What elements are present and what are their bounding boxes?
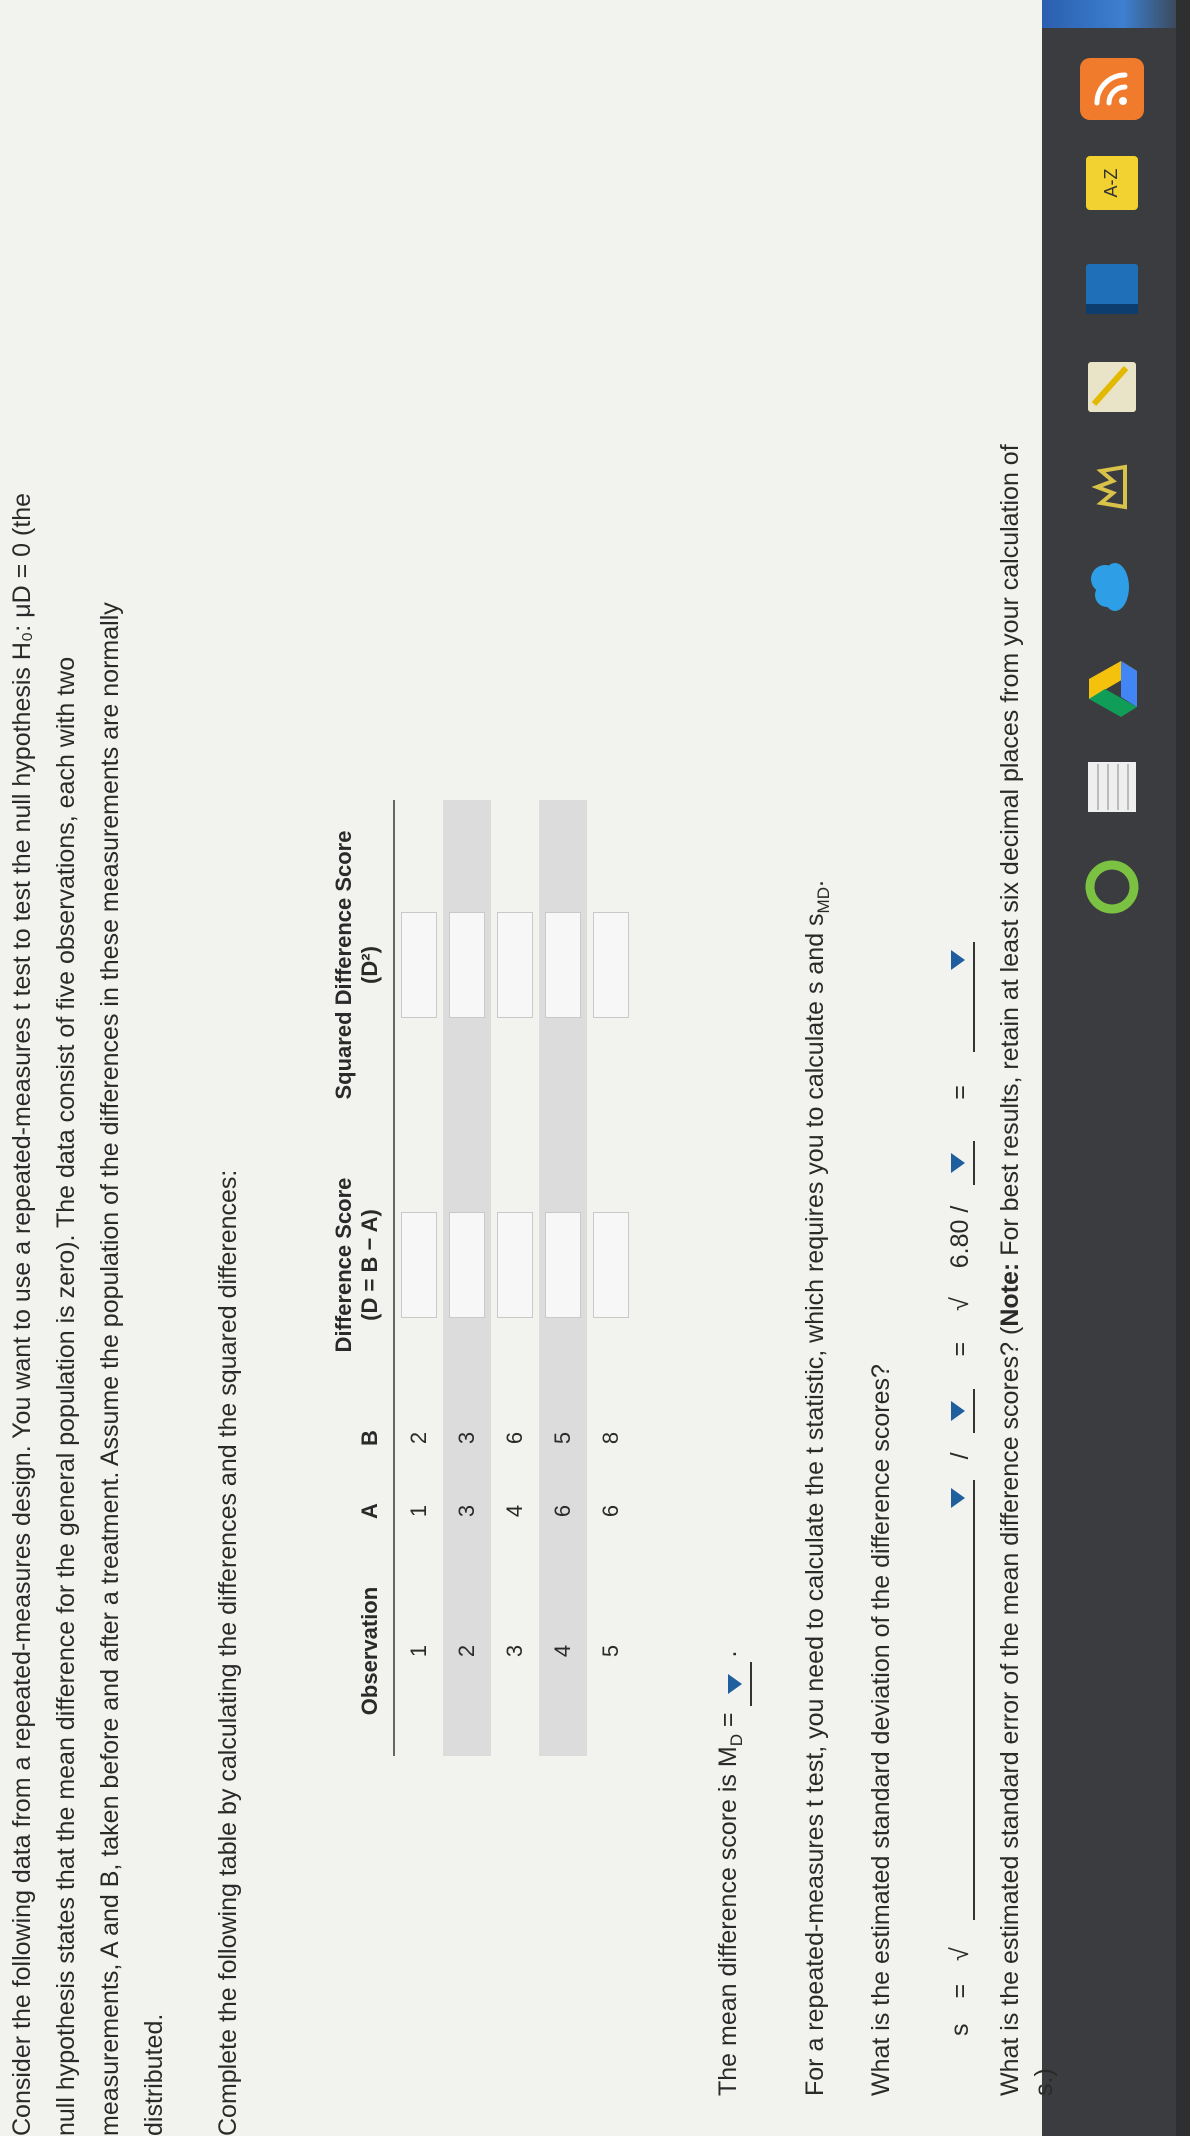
drive-icon[interactable]: [1080, 658, 1144, 720]
se-note-label: Note:: [996, 1262, 1024, 1327]
a-cell: 6: [539, 1476, 587, 1546]
chevron-down-icon: [951, 1152, 965, 1173]
squared-difference-input[interactable]: [593, 912, 629, 1018]
sqrt-icon: √: [946, 1947, 974, 1961]
b-header: B: [357, 1400, 394, 1476]
obs-cell: 5: [598, 1644, 623, 1658]
taskbar-accent: [1042, 0, 1190, 28]
sq-formula-header: (D²): [357, 800, 394, 1130]
chevron-down-icon: [951, 950, 965, 971]
sd-result-dropdown[interactable]: [947, 942, 975, 1053]
document-icon[interactable]: [1080, 756, 1144, 818]
a-cell: 3: [443, 1476, 491, 1546]
difference-input[interactable]: [545, 1212, 581, 1318]
wifi-icon[interactable]: [1080, 58, 1144, 120]
taskbar-edge: [1176, 0, 1190, 2136]
chevron-down-icon: [728, 1673, 742, 1694]
a-cell: 6: [598, 1504, 623, 1518]
mean-period: .: [714, 1650, 742, 1658]
question-content: Consider the following data from a repea…: [0, 0, 1058, 2136]
sq-header: Squared Difference Score: [331, 830, 356, 1100]
mean-question-text: The mean difference score is M: [714, 1746, 742, 2096]
data-table: Difference Score Squared Difference Scor…: [325, 800, 635, 1756]
obs-cell: 1: [406, 1644, 431, 1658]
squared-difference-input[interactable]: [545, 912, 581, 1018]
intro-line-4: distributed.: [140, 2013, 168, 2136]
a-z-icon-label: A-Z: [1101, 169, 1121, 198]
a-cell: 1: [406, 1504, 431, 1518]
obs-cell: 4: [539, 1546, 587, 1756]
instruction-text: Complete the following table by calculat…: [214, 1169, 242, 2136]
df-dropdown[interactable]: [947, 1140, 975, 1185]
repeated-period: .: [801, 880, 829, 887]
squared-difference-input[interactable]: [449, 912, 485, 1018]
chevron-down-icon: [951, 1488, 965, 1509]
formula-value: 6.80 /: [946, 1205, 974, 1269]
formula-slash: /: [946, 1452, 974, 1460]
b-cell: 3: [443, 1400, 491, 1476]
table-row: 1 1 2: [394, 800, 443, 1756]
difference-input[interactable]: [497, 1212, 533, 1318]
intro-line-1: Consider the following data from a repea…: [8, 492, 36, 2136]
diff-formula-header: (D = B − A): [357, 1130, 394, 1400]
squared-difference-input[interactable]: [497, 912, 533, 1018]
sd-question: What is the estimated standard deviation…: [867, 1364, 895, 2096]
b-cell: 2: [406, 1431, 431, 1445]
formula-eq2: =: [946, 1341, 974, 1357]
a-cell: 4: [502, 1504, 527, 1518]
se-question: What is the estimated standard error of …: [995, 444, 1025, 2096]
mean-question: The mean difference score is MD = .: [713, 1651, 752, 2096]
repeated-text: For a repeated-measures t test, you need…: [801, 913, 829, 2096]
b-cell: 6: [502, 1431, 527, 1445]
numerator-dropdown[interactable]: [947, 1480, 975, 1921]
squared-difference-input[interactable]: [401, 912, 437, 1018]
b-cell: 8: [598, 1431, 623, 1445]
mean-dropdown[interactable]: [724, 1661, 752, 1706]
repeated-subscript: MD: [814, 886, 833, 914]
a-header: A: [357, 1476, 394, 1546]
a-z-icon[interactable]: A-Z: [1080, 152, 1144, 214]
screenshot-photo: A-Z Consider the following data from a r…: [0, 0, 1190, 2136]
difference-input[interactable]: [593, 1212, 629, 1318]
diff-header: Difference Score: [331, 1177, 356, 1353]
mean-subscript: D: [727, 1734, 746, 1747]
b-cell: 5: [539, 1400, 587, 1476]
difference-input[interactable]: [449, 1212, 485, 1318]
cloud-icon[interactable]: [1080, 556, 1144, 618]
taskbar: A-Z: [1042, 0, 1190, 2136]
crown-icon[interactable]: [1080, 456, 1144, 518]
repeated-measures-text: For a repeated-measures t test, you need…: [800, 880, 839, 2096]
formula-eq1: =: [946, 1983, 974, 1999]
formula-s: s: [946, 2023, 974, 2037]
mean-equals: =: [714, 1705, 742, 1735]
obs-header: Observation: [357, 1546, 394, 1756]
formula-eq3: =: [946, 1085, 974, 1100]
obs-cell: 3: [502, 1644, 527, 1658]
sd-formula: s = √ / = √ 6.80 / =: [945, 942, 975, 2036]
book-icon[interactable]: [1080, 258, 1144, 320]
difference-input[interactable]: [401, 1212, 437, 1318]
se-question-rest: For best results, retain at least six de…: [996, 444, 1024, 1263]
sqrt-icon: √: [946, 1297, 974, 1311]
se-question-prefix: What is the estimated standard error of …: [996, 1326, 1024, 2096]
table-row: 5 6 8: [587, 800, 635, 1756]
chevron-down-icon: [951, 1401, 965, 1422]
intro-line-3: measurements, A and B, taken before and …: [96, 602, 124, 2136]
table-row: 4 6 5: [539, 800, 587, 1756]
obs-cell: 2: [443, 1546, 491, 1756]
table-row: 3 4 6: [491, 800, 539, 1756]
intro-line-2: null hypothesis states that the mean dif…: [52, 656, 80, 2136]
denominator-dropdown[interactable]: [947, 1389, 975, 1434]
se-question-line2: s.): [1030, 2068, 1058, 2096]
notepad-icon[interactable]: [1080, 356, 1144, 418]
ring-icon[interactable]: [1080, 856, 1144, 918]
table-row: 2 3 3: [443, 800, 491, 1756]
